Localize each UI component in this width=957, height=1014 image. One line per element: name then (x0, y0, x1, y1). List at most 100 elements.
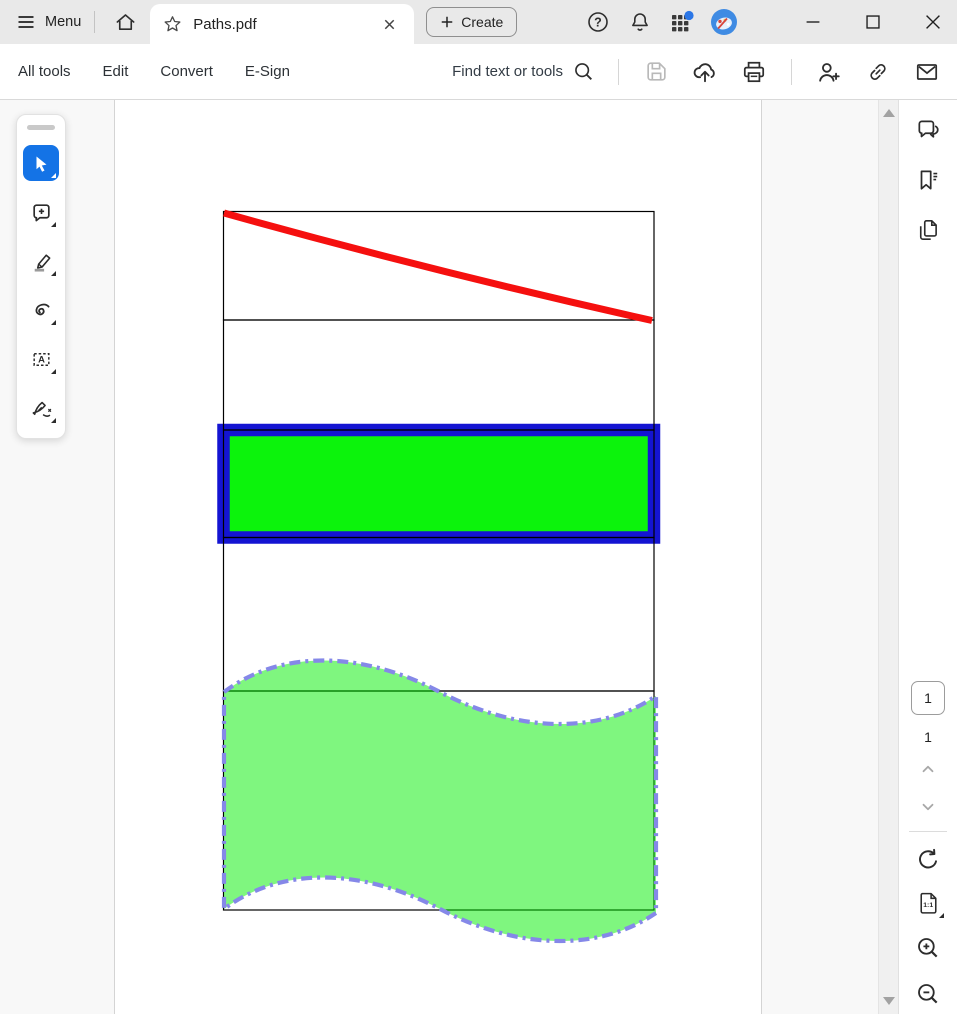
svg-text:A: A (38, 353, 45, 364)
print-icon (741, 59, 767, 85)
fill-sign-tool-button[interactable] (23, 390, 59, 426)
cursor-icon (31, 153, 51, 173)
zoom-out-icon (915, 981, 941, 1007)
bookmarks-icon (915, 167, 941, 193)
submenu-caret (51, 320, 56, 325)
account-avatar-button[interactable] (709, 7, 739, 37)
submenu-caret (51, 222, 56, 227)
search-icon (573, 61, 595, 83)
text-box-icon: A (30, 348, 53, 371)
svg-text:?: ? (594, 15, 602, 29)
draw-tool-button[interactable] (23, 292, 59, 328)
link-button[interactable] (864, 58, 892, 86)
tab-all-tools[interactable]: All tools (16, 57, 73, 86)
menu-button[interactable]: Menu (16, 12, 81, 32)
highlighter-icon (30, 250, 53, 273)
vertical-scrollbar[interactable] (878, 100, 898, 1014)
document-area: A (0, 100, 957, 1014)
notifications-button[interactable] (625, 7, 655, 37)
save-icon (644, 59, 669, 84)
bell-icon (628, 10, 652, 34)
zoom-presets-button[interactable]: 1:1 (913, 888, 943, 918)
select-tool-button[interactable] (23, 145, 59, 181)
text-box-tool-button[interactable]: A (23, 341, 59, 377)
tab-esign[interactable]: E-Sign (243, 57, 292, 86)
window-controls (777, 5, 957, 39)
panel-buttons (913, 100, 943, 244)
apps-launcher-button[interactable] (667, 7, 697, 37)
quick-tools-panel: A (16, 114, 66, 439)
scroll-down-arrow-icon[interactable] (883, 997, 895, 1005)
create-button[interactable]: Create (426, 7, 517, 37)
hamburger-icon (16, 12, 36, 32)
home-button[interactable] (108, 5, 142, 39)
draw-squiggle-icon (30, 299, 53, 322)
minimize-button[interactable] (789, 5, 837, 39)
pdf-wavy-shape (224, 661, 656, 942)
home-icon (114, 11, 137, 34)
find-text-button[interactable]: Find text or tools (452, 61, 595, 83)
pdf-red-line (224, 213, 652, 321)
comments-panel-button[interactable] (913, 116, 943, 144)
zoom-in-button[interactable] (913, 934, 943, 962)
save-button[interactable] (642, 58, 670, 86)
comments-icon (915, 117, 941, 143)
pdf-green-rectangle (224, 430, 655, 538)
page-thumbnails-icon (915, 217, 941, 243)
add-user-icon (816, 59, 842, 85)
pdf-shapes (0, 100, 957, 1014)
notification-dot (684, 11, 693, 20)
print-button[interactable] (740, 58, 768, 86)
submenu-caret (51, 369, 56, 374)
chevron-down-icon (919, 798, 937, 816)
link-icon (866, 60, 890, 84)
create-label: Create (461, 14, 503, 30)
share-upload-button[interactable] (691, 58, 719, 86)
window-close-button[interactable] (909, 5, 957, 39)
zoom-out-button[interactable] (913, 980, 943, 1008)
tab-convert[interactable]: Convert (158, 57, 215, 86)
apps-grid-icon (669, 9, 695, 35)
rotate-page-button[interactable] (913, 846, 943, 874)
email-button[interactable] (913, 58, 941, 86)
divider (94, 11, 95, 33)
divider (618, 59, 619, 85)
page-thumbnails-panel-button[interactable] (913, 216, 943, 244)
page-total: 1 (924, 729, 932, 747)
bookmarks-panel-button[interactable] (913, 166, 943, 194)
comment-tool-button[interactable] (23, 194, 59, 230)
maximize-button[interactable] (849, 5, 897, 39)
page-number-input[interactable]: 1 (911, 681, 945, 715)
next-page-button[interactable] (913, 799, 943, 815)
tab-close-button[interactable] (376, 11, 402, 37)
title-bar: Menu Paths.pdf Create ? (0, 0, 957, 44)
submenu-caret (51, 173, 56, 178)
help-button[interactable]: ? (583, 7, 613, 37)
divider (909, 831, 947, 832)
rotate-icon (915, 847, 941, 873)
pdf-rect-outline (224, 320, 655, 430)
close-icon (382, 17, 397, 32)
minimize-icon (802, 11, 824, 33)
drag-handle[interactable] (27, 125, 55, 130)
main-toolbar: All tools Edit Convert E-Sign Find text … (0, 44, 957, 100)
menu-label: Menu (45, 14, 81, 30)
divider (791, 59, 792, 85)
tab-edit[interactable]: Edit (101, 57, 131, 86)
document-tab[interactable]: Paths.pdf (150, 4, 414, 44)
page-number-value: 1 (924, 690, 932, 706)
submenu-caret (51, 418, 56, 423)
maximize-icon (862, 11, 884, 33)
tab-title: Paths.pdf (193, 16, 256, 33)
right-sidebar: 1 1 (898, 100, 957, 1014)
plus-icon (440, 15, 454, 29)
find-label: Find text or tools (452, 63, 563, 80)
highlight-tool-button[interactable] (23, 243, 59, 279)
scroll-up-arrow-icon[interactable] (883, 109, 895, 117)
cloud-upload-icon (692, 59, 718, 85)
avatar (710, 8, 738, 36)
page-navigation: 1 1 (909, 681, 947, 1014)
add-user-button[interactable] (815, 58, 843, 86)
previous-page-button[interactable] (913, 761, 943, 777)
star-icon[interactable] (162, 14, 183, 35)
